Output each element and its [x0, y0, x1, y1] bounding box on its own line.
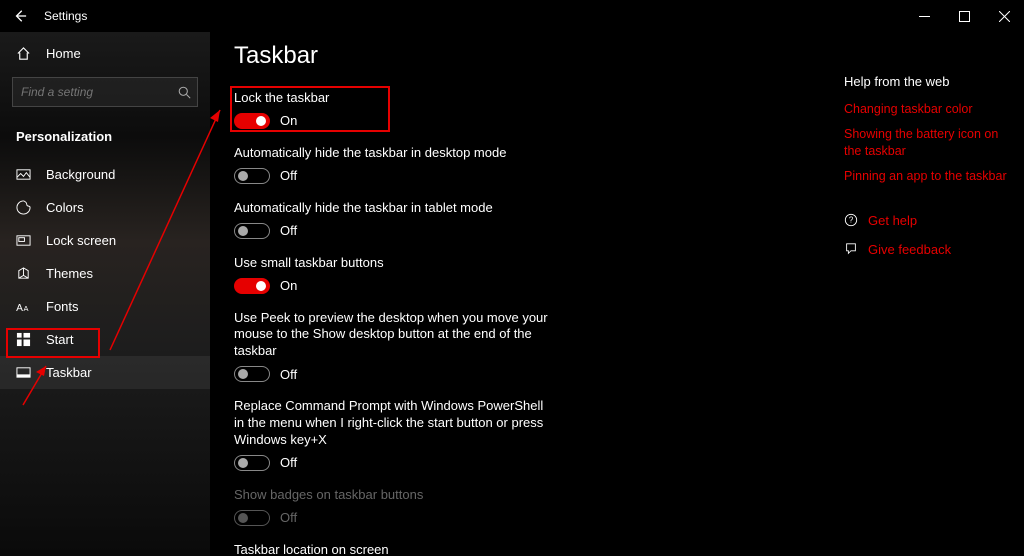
feedback-icon — [844, 242, 858, 256]
toggle-small-buttons[interactable] — [234, 278, 270, 294]
sidebar-item-label: Colors — [46, 200, 84, 215]
close-button[interactable] — [984, 0, 1024, 32]
start-icon — [16, 332, 32, 347]
setting-label: Use Peek to preview the desktop when you… — [234, 310, 554, 361]
page-title: Taskbar — [234, 42, 820, 70]
category-label: Personalization — [0, 121, 210, 158]
sidebar-item-label: Taskbar — [46, 365, 92, 380]
picture-icon — [16, 167, 32, 182]
get-help-link[interactable]: ? Get help — [844, 213, 1010, 228]
toggle-autohide-tablet[interactable] — [234, 223, 270, 239]
toggle-state: Off — [280, 367, 297, 382]
sidebar-item-label: Fonts — [46, 299, 79, 314]
toggle-powershell[interactable] — [234, 455, 270, 471]
toggle-state: On — [280, 113, 297, 128]
sidebar-item-label: Lock screen — [46, 233, 116, 248]
toggle-state: Off — [280, 168, 297, 183]
sidebar-item-taskbar[interactable]: Taskbar — [0, 356, 210, 389]
dropdown-label: Taskbar location on screen — [234, 542, 554, 556]
maximize-button[interactable] — [944, 0, 984, 32]
toggle-autohide-desktop[interactable] — [234, 168, 270, 184]
minimize-button[interactable] — [904, 0, 944, 32]
sidebar-item-label: Background — [46, 167, 115, 182]
sidebar-item-fonts[interactable]: AA Fonts — [0, 290, 210, 323]
sidebar: Home Personalization Background Colors L… — [0, 32, 210, 556]
setting-label: Automatically hide the taskbar in tablet… — [234, 200, 554, 217]
svg-text:A: A — [16, 303, 23, 313]
lockscreen-icon — [16, 233, 32, 248]
sidebar-item-colors[interactable]: Colors — [0, 191, 210, 224]
search-icon — [178, 86, 191, 99]
sidebar-item-background[interactable]: Background — [0, 158, 210, 191]
fonts-icon: AA — [16, 300, 32, 313]
help-link-battery[interactable]: Showing the battery icon on the taskbar — [844, 126, 1010, 160]
home-button[interactable]: Home — [0, 38, 210, 69]
help-link-pin[interactable]: Pinning an app to the taskbar — [844, 168, 1010, 185]
search-input[interactable] — [21, 85, 178, 99]
sidebar-item-lockscreen[interactable]: Lock screen — [0, 224, 210, 257]
home-label: Home — [46, 46, 81, 61]
sidebar-item-start[interactable]: Start — [0, 323, 210, 356]
toggle-peek[interactable] — [234, 366, 270, 382]
svg-text:?: ? — [849, 216, 854, 225]
setting-label: Show badges on taskbar buttons — [234, 487, 554, 504]
window-title: Settings — [44, 9, 87, 23]
taskbar-icon — [16, 365, 32, 380]
home-icon — [16, 46, 32, 61]
setting-label: Lock the taskbar — [234, 90, 554, 107]
back-button[interactable] — [10, 6, 30, 26]
toggle-state: On — [280, 278, 297, 293]
sidebar-item-label: Start — [46, 332, 73, 347]
toggle-state: Off — [280, 223, 297, 238]
help-link-color[interactable]: Changing taskbar color — [844, 101, 1010, 118]
give-feedback-label: Give feedback — [868, 242, 951, 257]
setting-label: Automatically hide the taskbar in deskto… — [234, 145, 554, 162]
themes-icon — [16, 266, 32, 281]
give-feedback-link[interactable]: Give feedback — [844, 242, 1010, 257]
sidebar-item-themes[interactable]: Themes — [0, 257, 210, 290]
svg-text:A: A — [24, 304, 29, 313]
setting-label: Use small taskbar buttons — [234, 255, 554, 272]
palette-icon — [16, 200, 32, 215]
setting-label: Replace Command Prompt with Windows Powe… — [234, 398, 554, 449]
main-content: Taskbar Lock the taskbar On Automaticall… — [210, 32, 844, 556]
search-box[interactable] — [12, 77, 198, 107]
sidebar-item-label: Themes — [46, 266, 93, 281]
aside-title: Help from the web — [844, 74, 1010, 89]
toggle-lock-taskbar[interactable] — [234, 113, 270, 129]
help-icon: ? — [844, 213, 858, 227]
toggle-state: Off — [280, 510, 297, 525]
toggle-state: Off — [280, 455, 297, 470]
get-help-label: Get help — [868, 213, 917, 228]
toggle-badges — [234, 510, 270, 526]
aside-panel: Help from the web Changing taskbar color… — [844, 32, 1024, 556]
